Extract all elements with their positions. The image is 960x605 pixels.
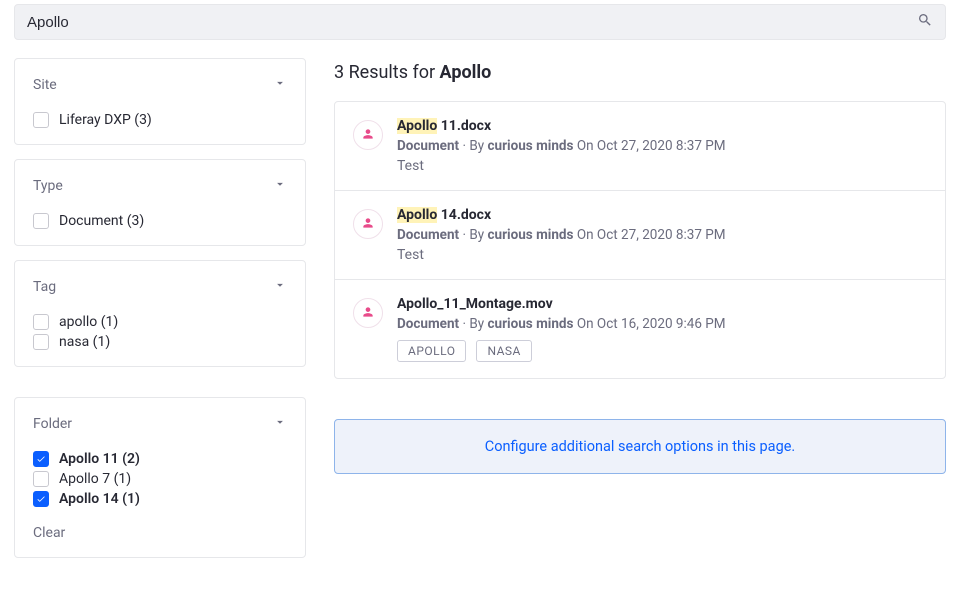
facet-item-nasa[interactable]: nasa (1)	[33, 334, 287, 350]
chevron-down-icon	[273, 75, 287, 94]
facet-item-label: Apollo 14 (1)	[59, 491, 140, 507]
result-meta: Document · By curious minds On Oct 27, 2…	[397, 138, 927, 154]
result-row[interactable]: Apollo 11.docx Document · By curious min…	[335, 102, 945, 191]
results-heading: 3 Results for Apollo	[334, 62, 946, 83]
results-panel: 3 Results for Apollo Apollo 11.docx	[334, 58, 946, 572]
checkbox-icon	[33, 213, 49, 229]
tag-chip[interactable]: APOLLO	[397, 340, 466, 362]
facet-item-label: nasa (1)	[59, 334, 110, 350]
result-title-rest: 14.docx	[437, 207, 491, 223]
facet-sidebar: Site Liferay DXP (3) Type	[14, 58, 306, 572]
avatar	[353, 120, 383, 150]
config-banner-link[interactable]: Configure additional search options in t…	[485, 438, 795, 455]
facet-item-apollo-14[interactable]: Apollo 14 (1)	[33, 491, 287, 507]
result-date: On Oct 27, 2020 8:37 PM	[577, 227, 726, 243]
checkbox-icon	[33, 471, 49, 487]
avatar	[353, 298, 383, 328]
result-tags: APOLLO NASA	[397, 340, 927, 362]
meta-separator: ·	[459, 138, 469, 154]
search-icon[interactable]	[917, 12, 933, 32]
facet-title: Folder	[33, 416, 72, 432]
checkbox-icon	[33, 334, 49, 350]
facet-clear-button[interactable]: Clear	[33, 525, 287, 541]
result-type: Document	[397, 138, 459, 154]
meta-by: By	[469, 138, 487, 154]
result-title-highlight: Apollo	[397, 207, 437, 223]
result-type: Document	[397, 227, 459, 243]
facet-tag-header[interactable]: Tag	[33, 277, 287, 296]
user-icon	[361, 126, 375, 145]
result-row[interactable]: Apollo_11_Montage.mov Document · By curi…	[335, 280, 945, 378]
config-banner[interactable]: Configure additional search options in t…	[334, 419, 946, 474]
facet-item-label: Apollo 7 (1)	[59, 471, 131, 487]
checkbox-checked-icon	[33, 491, 49, 507]
result-type: Document	[397, 316, 459, 332]
results-query: Apollo	[440, 62, 492, 83]
facet-item-document[interactable]: Document (3)	[33, 213, 287, 229]
facet-item-apollo[interactable]: apollo (1)	[33, 314, 287, 330]
user-icon	[361, 215, 375, 234]
result-author: curious minds	[488, 138, 574, 154]
result-title: Apollo 11.docx	[397, 118, 927, 134]
facet-type-header[interactable]: Type	[33, 176, 287, 195]
chevron-down-icon	[273, 277, 287, 296]
result-title: Apollo_11_Montage.mov	[397, 296, 927, 312]
result-meta: Document · By curious minds On Oct 27, 2…	[397, 227, 927, 243]
meta-by: By	[469, 227, 487, 243]
facet-title: Tag	[33, 279, 56, 295]
result-row[interactable]: Apollo 14.docx Document · By curious min…	[335, 191, 945, 280]
facet-item-label: Liferay DXP (3)	[59, 112, 152, 128]
search-bar[interactable]	[14, 4, 946, 40]
checkbox-checked-icon	[33, 451, 49, 467]
facet-site: Site Liferay DXP (3)	[14, 58, 306, 145]
result-title-rest: Apollo_11_Montage.mov	[397, 296, 553, 312]
result-date: On Oct 16, 2020 9:46 PM	[577, 316, 726, 332]
facet-item-apollo-11[interactable]: Apollo 11 (2)	[33, 451, 287, 467]
results-count-text: 3 Results for	[334, 62, 440, 83]
facet-item-liferay-dxp[interactable]: Liferay DXP (3)	[33, 112, 287, 128]
avatar	[353, 209, 383, 239]
result-date: On Oct 27, 2020 8:37 PM	[577, 138, 726, 154]
result-title-rest: 11.docx	[437, 118, 491, 134]
checkbox-icon	[33, 314, 49, 330]
result-title: Apollo 14.docx	[397, 207, 927, 223]
facet-type: Type Document (3)	[14, 159, 306, 246]
result-snippet: Test	[397, 158, 927, 174]
result-author: curious minds	[488, 316, 574, 332]
result-author: curious minds	[488, 227, 574, 243]
chevron-down-icon	[273, 414, 287, 433]
result-snippet: Test	[397, 247, 927, 263]
facet-tag: Tag apollo (1) nasa (1)	[14, 260, 306, 367]
meta-separator: ·	[459, 227, 469, 243]
facet-title: Site	[33, 77, 57, 93]
meta-by: By	[469, 316, 487, 332]
result-title-highlight: Apollo	[397, 118, 437, 134]
user-icon	[361, 304, 375, 323]
search-input[interactable]	[27, 14, 917, 31]
tag-chip[interactable]: NASA	[476, 340, 531, 362]
checkbox-icon	[33, 112, 49, 128]
meta-separator: ·	[459, 316, 469, 332]
facet-item-apollo-7[interactable]: Apollo 7 (1)	[33, 471, 287, 487]
chevron-down-icon	[273, 176, 287, 195]
facet-item-label: Document (3)	[59, 213, 144, 229]
facet-folder: Folder Apollo 11 (2) Apollo 7 (1)	[14, 397, 306, 558]
facet-item-label: Apollo 11 (2)	[59, 451, 140, 467]
result-meta: Document · By curious minds On Oct 16, 2…	[397, 316, 927, 332]
facet-site-header[interactable]: Site	[33, 75, 287, 94]
facet-title: Type	[33, 178, 63, 194]
facet-item-label: apollo (1)	[59, 314, 118, 330]
results-list: Apollo 11.docx Document · By curious min…	[334, 101, 946, 379]
facet-folder-header[interactable]: Folder	[33, 414, 287, 433]
